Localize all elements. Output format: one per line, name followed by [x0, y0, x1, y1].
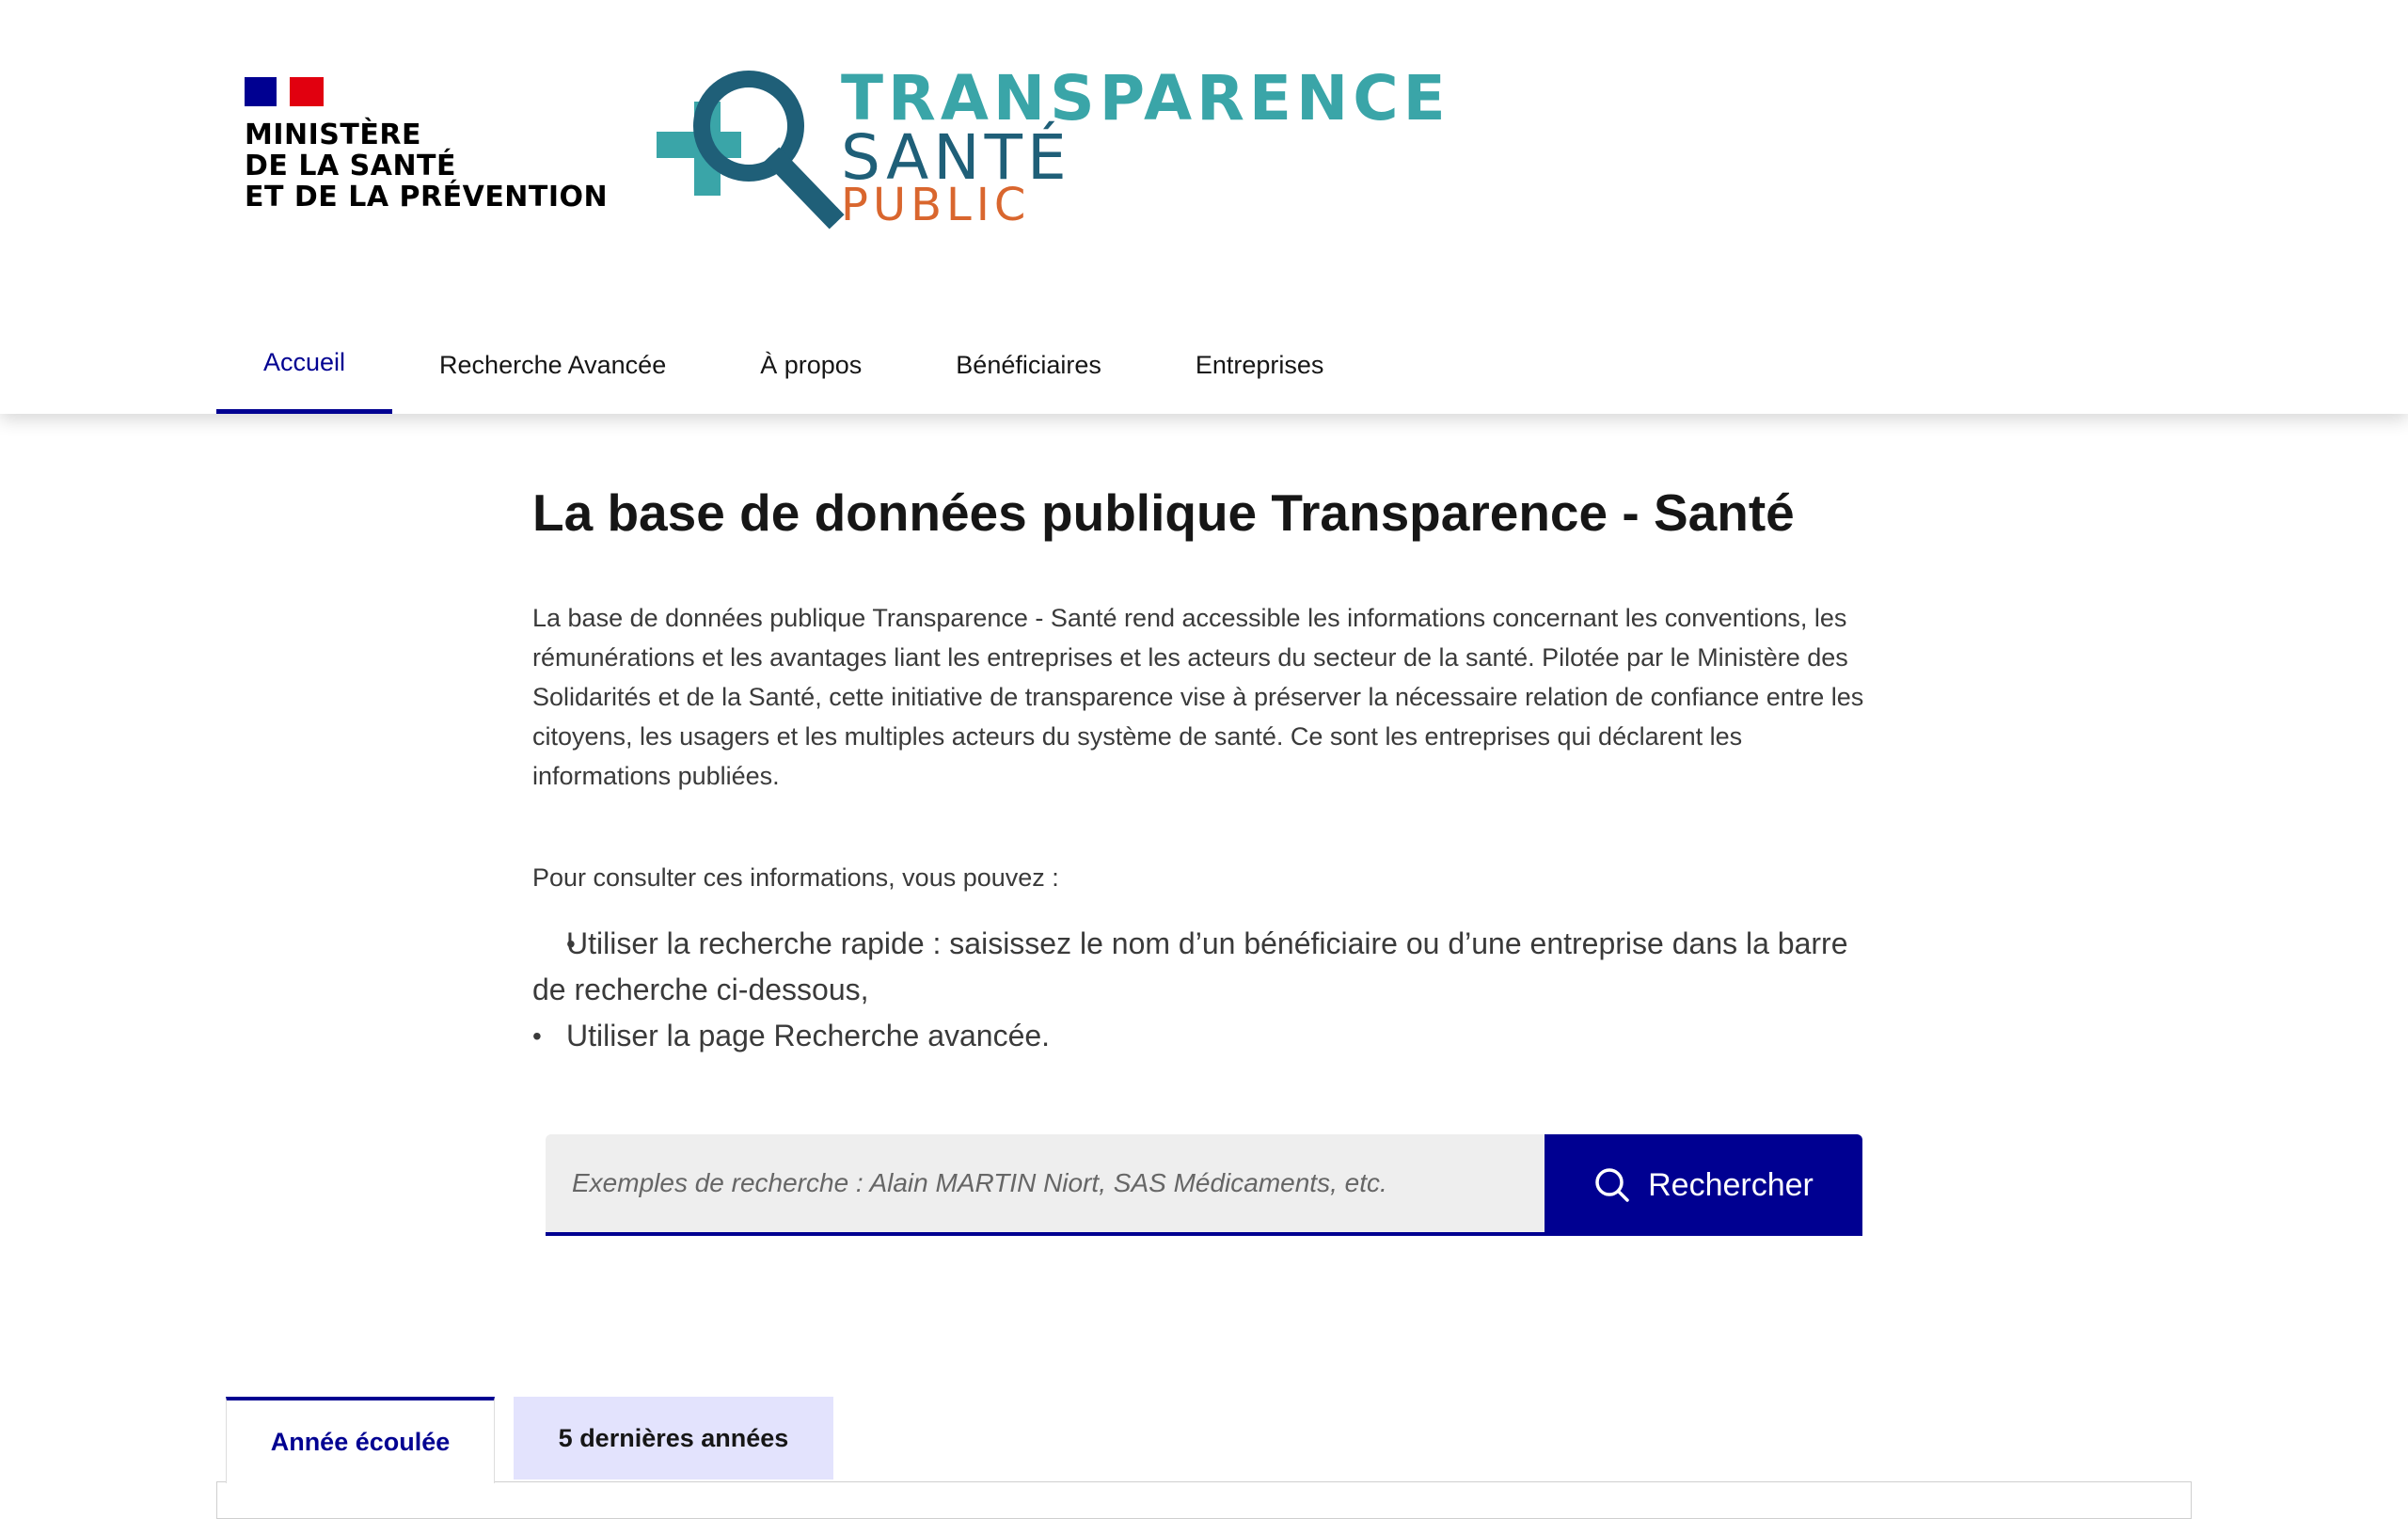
- tab-annee-ecoulee[interactable]: Année écoulée: [226, 1397, 495, 1483]
- nav-item-accueil[interactable]: Accueil: [216, 316, 393, 414]
- period-tabs: Année écoulée 5 dernières années: [226, 1397, 833, 1483]
- list-item: Utiliser la recherche rapide : saisissez…: [532, 921, 1868, 1013]
- search-input[interactable]: [546, 1134, 1545, 1236]
- magnifier-cross-icon: [657, 71, 845, 229]
- main-nav: Accueil Recherche Avancée À propos Bénéf…: [216, 316, 1370, 414]
- search-button[interactable]: Rechercher: [1545, 1134, 1862, 1236]
- nav-item-entreprises[interactable]: Entreprises: [1149, 316, 1371, 414]
- options-list: Utiliser la recherche rapide : saisissez…: [532, 921, 1868, 1059]
- nav-item-a-propos[interactable]: À propos: [713, 316, 909, 414]
- ministry-logo[interactable]: MINISTÈRE DE LA SANTÉ ET DE LA PRÉVENTIO…: [245, 77, 608, 213]
- tab-5-dernieres-annees[interactable]: 5 dernières années: [514, 1397, 833, 1479]
- nav-item-beneficiaires[interactable]: Bénéficiaires: [909, 316, 1149, 414]
- search-bar: Rechercher: [546, 1134, 1862, 1236]
- search-button-label: Rechercher: [1648, 1166, 1814, 1203]
- transparence-sante-logo[interactable]: TRANSPARENCE SANTÉ PUBLIC: [657, 68, 1446, 232]
- page-title: La base de données publique Transparence…: [532, 483, 1795, 542]
- marianne-flag-icon: [245, 77, 324, 106]
- nav-item-recherche-avancee[interactable]: Recherche Avancée: [392, 316, 713, 414]
- site-header: MINISTÈRE DE LA SANTÉ ET DE LA PRÉVENTIO…: [0, 0, 2408, 414]
- main-content: La base de données publique Transparence…: [532, 480, 1868, 1059]
- intro-paragraph: La base de données publique Transparence…: [532, 604, 1864, 790]
- tab-panel: [216, 1481, 2192, 1519]
- list-item: Utiliser la page Recherche avancée.: [532, 1013, 1868, 1059]
- search-icon: [1595, 1168, 1629, 1202]
- consult-lead: Pour consulter ces informations, vous po…: [532, 863, 1059, 892]
- ministry-name: MINISTÈRE DE LA SANTÉ ET DE LA PRÉVENTIO…: [245, 119, 609, 214]
- logo-word-public: PUBLIC: [841, 179, 1031, 231]
